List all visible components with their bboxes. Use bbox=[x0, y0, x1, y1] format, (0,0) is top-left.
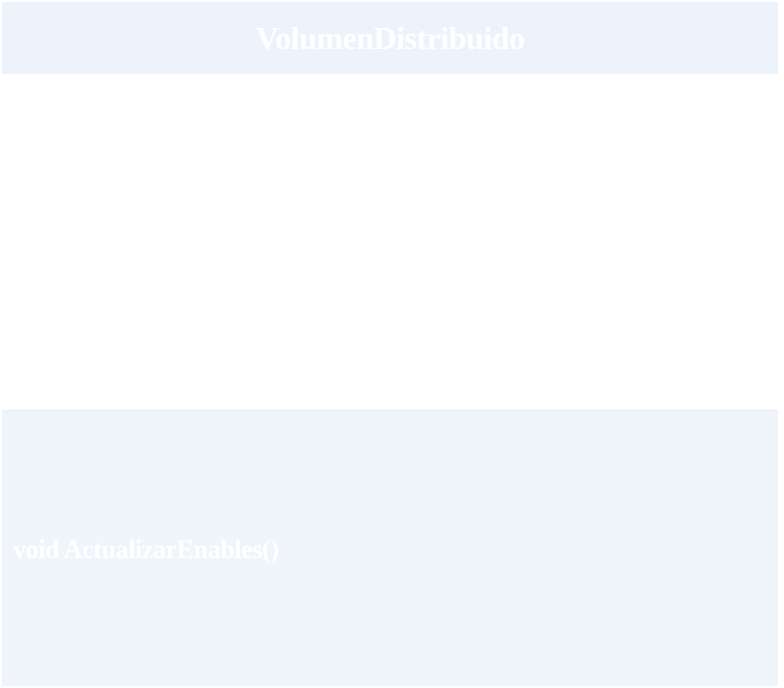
class-name: VolumenDistribuido bbox=[255, 19, 526, 56]
class-header: VolumenDistribuido bbox=[2, 2, 778, 75]
attributes-compartment bbox=[2, 74, 778, 410]
uml-class-box: VolumenDistribuido void ActualizarEnable… bbox=[2, 2, 778, 686]
method-actualizar-enables: void ActualizarEnables() bbox=[13, 534, 279, 564]
methods-compartment: void ActualizarEnables() bbox=[2, 410, 778, 686]
